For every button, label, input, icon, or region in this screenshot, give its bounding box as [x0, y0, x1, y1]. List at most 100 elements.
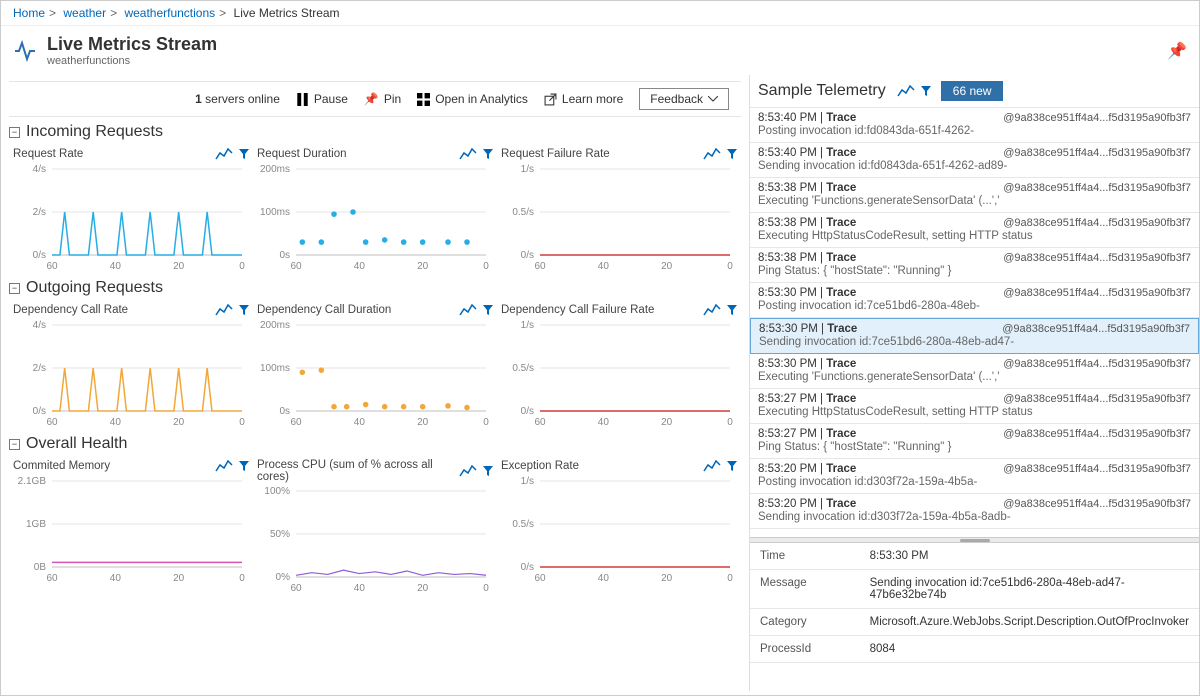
- svg-text:20: 20: [417, 261, 429, 272]
- telemetry-item[interactable]: 8:53:20 PM | Trace@9a838ce951ff4a4...f5d…: [750, 459, 1199, 494]
- svg-text:0.5/s: 0.5/s: [512, 519, 534, 530]
- chart-title: Commited Memory: [13, 460, 110, 472]
- chart-title: Request Duration: [257, 148, 347, 160]
- telemetry-item[interactable]: 8:53:20 PM | Trace@9a838ce951ff4a4...f5d…: [750, 494, 1199, 529]
- svg-text:1/s: 1/s: [521, 164, 534, 175]
- svg-text:0%: 0%: [276, 572, 291, 583]
- svg-text:0/s: 0/s: [521, 250, 534, 261]
- svg-text:0: 0: [239, 261, 245, 272]
- telemetry-title: Sample Telemetry: [758, 82, 886, 100]
- breadcrumb-weatherfunctions[interactable]: weatherfunctions: [124, 6, 215, 20]
- telemetry-item[interactable]: 8:53:40 PM | Trace@9a838ce951ff4a4...f5d…: [750, 108, 1199, 143]
- breadcrumb-home[interactable]: Home: [13, 6, 45, 20]
- chart-title: Dependency Call Rate: [13, 304, 128, 316]
- svg-text:60: 60: [534, 417, 546, 428]
- page-title: Live Metrics Stream: [47, 34, 217, 55]
- telemetry-filter-icon[interactable]: [896, 84, 931, 98]
- telemetry-item[interactable]: 8:53:27 PM | Trace@9a838ce951ff4a4...f5d…: [750, 424, 1199, 459]
- telemetry-item[interactable]: 8:53:40 PM | Trace@9a838ce951ff4a4...f5d…: [750, 143, 1199, 178]
- svg-text:0s: 0s: [279, 250, 290, 261]
- chart-filter-icon[interactable]: [458, 303, 493, 317]
- telemetry-list[interactable]: 8:53:40 PM | Trace@9a838ce951ff4a4...f5d…: [750, 107, 1199, 537]
- chart-cpu: Process CPU (sum of % across all cores) …: [253, 455, 497, 595]
- svg-text:20: 20: [417, 583, 429, 594]
- svg-text:20: 20: [661, 261, 673, 272]
- section-incoming: −Incoming Requests: [9, 123, 741, 141]
- detail-row: ProcessId8084: [750, 636, 1199, 663]
- svg-text:200ms: 200ms: [260, 320, 290, 331]
- chart-filter-icon[interactable]: [702, 147, 737, 161]
- svg-text:0: 0: [239, 417, 245, 428]
- telemetry-item[interactable]: 8:53:38 PM | Trace@9a838ce951ff4a4...f5d…: [750, 178, 1199, 213]
- pin-button[interactable]: 📌Pin: [364, 92, 401, 106]
- chart-filter-icon[interactable]: [214, 459, 249, 473]
- chart-filter-icon[interactable]: [702, 303, 737, 317]
- telemetry-panel: Sample Telemetry 66 new 8:53:40 PM | Tra…: [749, 75, 1199, 691]
- svg-text:20: 20: [661, 573, 673, 584]
- detail-key: Message: [750, 570, 860, 609]
- collapse-icon[interactable]: −: [9, 283, 20, 294]
- open-analytics-button[interactable]: Open in Analytics: [417, 92, 528, 106]
- page-header: Live Metrics Stream weatherfunctions 📌: [1, 26, 1199, 75]
- telemetry-item[interactable]: 8:53:30 PM | Trace@9a838ce951ff4a4...f5d…: [750, 354, 1199, 389]
- grid-icon: [417, 93, 430, 106]
- new-telemetry-badge[interactable]: 66 new: [941, 81, 1004, 101]
- splitter-handle[interactable]: [750, 537, 1199, 543]
- svg-text:2/s: 2/s: [33, 207, 46, 218]
- svg-text:0: 0: [727, 573, 733, 584]
- learn-more-button[interactable]: Learn more: [544, 92, 623, 106]
- chart-mem: Commited Memory 2.1GB1GB0B 6040200: [9, 455, 253, 595]
- svg-text:0/s: 0/s: [521, 562, 534, 573]
- breadcrumb-weather[interactable]: weather: [63, 6, 106, 20]
- detail-value: Microsoft.Azure.WebJobs.Script.Descripti…: [860, 609, 1199, 636]
- chart-filter-icon[interactable]: [214, 147, 249, 161]
- svg-text:2/s: 2/s: [33, 363, 46, 374]
- detail-key: Time: [750, 543, 860, 570]
- chart-filter-icon[interactable]: [702, 459, 737, 473]
- feedback-dropdown[interactable]: Feedback: [639, 88, 729, 110]
- svg-text:60: 60: [46, 261, 58, 272]
- pin-page-icon[interactable]: 📌: [1167, 41, 1187, 61]
- chart-exc: Exception Rate 1/s0.5/s0/s 6040200: [497, 455, 741, 595]
- svg-text:50%: 50%: [270, 529, 290, 540]
- detail-value: Sending invocation id:7ce51bd6-280a-48eb…: [860, 570, 1199, 609]
- pause-button[interactable]: Pause: [296, 92, 348, 106]
- svg-text:0: 0: [239, 573, 245, 584]
- detail-value: 8:53:30 PM: [860, 543, 1199, 570]
- chart-title: Process CPU (sum of % across all cores): [257, 459, 458, 483]
- chart-title: Request Rate: [13, 148, 83, 160]
- telemetry-item[interactable]: 8:53:38 PM | Trace@9a838ce951ff4a4...f5d…: [750, 213, 1199, 248]
- svg-text:0: 0: [483, 261, 489, 272]
- svg-text:1GB: 1GB: [26, 519, 46, 530]
- svg-text:0/s: 0/s: [33, 406, 46, 417]
- telemetry-item[interactable]: 8:53:27 PM | Trace@9a838ce951ff4a4...f5d…: [750, 389, 1199, 424]
- svg-text:0: 0: [483, 417, 489, 428]
- chart-filter-icon[interactable]: [458, 147, 493, 161]
- svg-text:0.5/s: 0.5/s: [512, 207, 534, 218]
- section-health: −Overall Health: [9, 435, 741, 453]
- detail-key: Category: [750, 609, 860, 636]
- svg-text:60: 60: [290, 261, 302, 272]
- svg-text:40: 40: [354, 261, 366, 272]
- telemetry-item[interactable]: 8:53:38 PM | Trace@9a838ce951ff4a4...f5d…: [750, 248, 1199, 283]
- chart-filter-icon[interactable]: [458, 464, 493, 478]
- toolbar: 1 servers online Pause 📌Pin Open in Anal…: [9, 81, 741, 117]
- chart-filter-icon[interactable]: [214, 303, 249, 317]
- detail-value: 8084: [860, 636, 1199, 663]
- svg-text:20: 20: [417, 417, 429, 428]
- detail-row: Time8:53:30 PM: [750, 543, 1199, 570]
- svg-text:40: 40: [110, 261, 122, 272]
- chart-depFail: Dependency Call Failure Rate 1/s0.5/s0/s…: [497, 299, 741, 429]
- collapse-icon[interactable]: −: [9, 439, 20, 450]
- telemetry-item[interactable]: 8:53:30 PM | Trace@9a838ce951ff4a4...f5d…: [750, 318, 1199, 354]
- collapse-icon[interactable]: −: [9, 127, 20, 138]
- telemetry-item[interactable]: 8:53:30 PM | Trace@9a838ce951ff4a4...f5d…: [750, 283, 1199, 318]
- svg-text:2.1GB: 2.1GB: [18, 476, 47, 487]
- svg-text:20: 20: [661, 417, 673, 428]
- svg-text:1/s: 1/s: [521, 476, 534, 487]
- svg-text:60: 60: [46, 417, 58, 428]
- svg-text:40: 40: [354, 583, 366, 594]
- chart-title: Exception Rate: [501, 460, 579, 472]
- svg-text:60: 60: [46, 573, 58, 584]
- svg-text:60: 60: [534, 573, 546, 584]
